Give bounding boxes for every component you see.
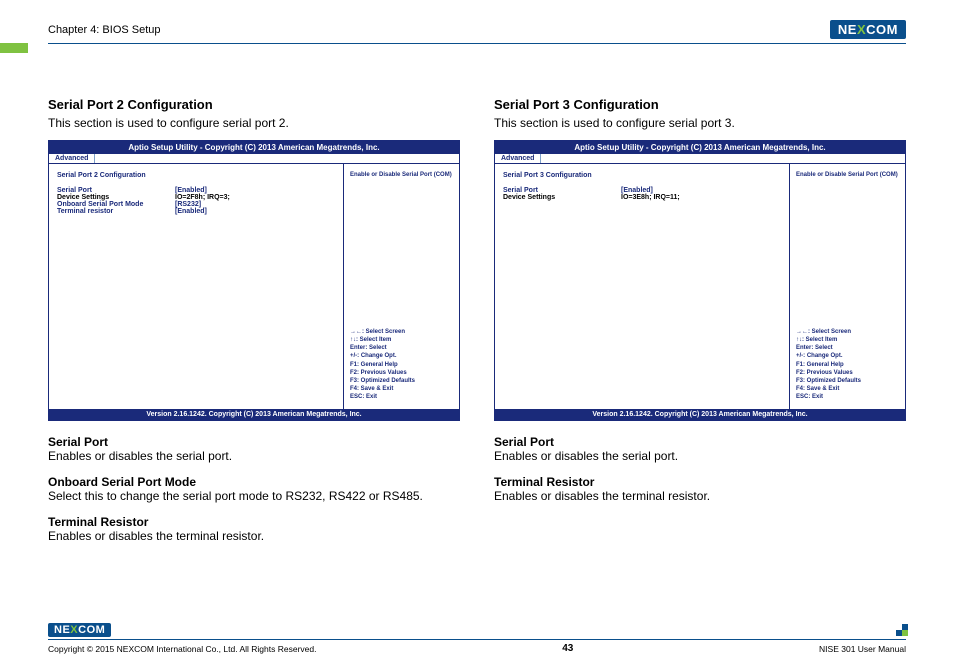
bios-setting-label: Terminal resistor [57, 208, 175, 215]
bios-help-key: →←: Select Screen [796, 328, 899, 336]
bios-help-key: ↑↓: Select Item [350, 336, 453, 344]
left-section-desc: This section is used to configure serial… [48, 116, 460, 130]
page-header: Chapter 4: BIOS Setup NEXCOM [48, 20, 906, 39]
bios-tabs: Advanced [495, 154, 905, 164]
bios-setting-row: Serial Port[Enabled] [57, 187, 335, 194]
desc-term: Onboard Serial Port Mode [48, 475, 460, 489]
bios-help-key: F2: Previous Values [350, 369, 453, 377]
bios-help-key: F3: Optimized Defaults [350, 377, 453, 385]
bios-help-pane: Enable or Disable Serial Port (COM) →←: … [790, 164, 905, 409]
bios-help-key: ↑↓: Select Item [796, 336, 899, 344]
desc-term: Terminal Resistor [494, 475, 906, 489]
nexcom-logo-bottom: NEXCOM [48, 623, 111, 637]
right-section-desc: This section is used to configure serial… [494, 116, 906, 130]
bios-screenshot-left: Aptio Setup Utility - Copyright (C) 2013… [48, 140, 460, 421]
desc-definition: Enables or disables the terminal resisto… [48, 529, 460, 543]
bios-help-top: Enable or Disable Serial Port (COM) [350, 172, 453, 178]
nexcom-logo-top: NEXCOM [830, 20, 906, 39]
bios-help-key: F1: General Help [796, 361, 899, 369]
desc-term: Terminal Resistor [48, 515, 460, 529]
right-descriptions: Serial PortEnables or disables the seria… [494, 435, 906, 503]
manual-name: NISE 301 User Manual [819, 644, 906, 654]
left-column: Serial Port 2 Configuration This section… [48, 97, 460, 555]
bios-setting-value: [RS232] [175, 201, 201, 208]
bios-tab-advanced: Advanced [495, 154, 541, 163]
bios-help-key: →←: Select Screen [350, 328, 453, 336]
page-number: 43 [562, 643, 573, 654]
desc-definition: Enables or disables the serial port. [48, 449, 460, 463]
bios-tab-advanced: Advanced [49, 154, 95, 163]
chapter-label: Chapter 4: BIOS Setup [48, 24, 161, 36]
bios-setting-value: IO=3E8h; IRQ=11; [621, 194, 680, 201]
bios-settings-pane: Serial Port 3 Configuration Serial Port[… [495, 164, 790, 409]
left-section-title: Serial Port 2 Configuration [48, 97, 460, 112]
bios-version-bar: Version 2.16.1242. Copyright (C) 2013 Am… [495, 409, 905, 420]
bios-setting-value: [Enabled] [621, 187, 653, 194]
bios-setting-label: Serial Port [57, 187, 175, 194]
right-column: Serial Port 3 Configuration This section… [494, 97, 906, 555]
desc-term: Serial Port [48, 435, 460, 449]
bios-config-heading: Serial Port 2 Configuration [57, 172, 335, 179]
desc-definition: Select this to change the serial port mo… [48, 489, 460, 503]
desc-term: Serial Port [494, 435, 906, 449]
header-rule [48, 43, 906, 44]
bios-help-key: +/-: Change Opt. [350, 352, 453, 360]
bios-help-key: F4: Save & Exit [796, 385, 899, 393]
bios-help-pane: Enable or Disable Serial Port (COM) →←: … [344, 164, 459, 409]
bios-help-key: ESC: Exit [350, 393, 453, 401]
bios-setting-row: Serial Port[Enabled] [503, 187, 781, 194]
bios-setting-value: [Enabled] [175, 187, 207, 194]
desc-definition: Enables or disables the terminal resisto… [494, 489, 906, 503]
green-tab-icon [0, 43, 28, 53]
bios-help-key: +/-: Change Opt. [796, 352, 899, 360]
footer-rule [48, 639, 906, 640]
bios-help-key: Enter: Select [796, 344, 899, 352]
bios-version-bar: Version 2.16.1242. Copyright (C) 2013 Am… [49, 409, 459, 420]
bios-setting-row: Onboard Serial Port Mode[RS232] [57, 201, 335, 208]
bios-setting-row: Device SettingsIO=3E8h; IRQ=11; [503, 194, 781, 201]
bios-setting-label: Onboard Serial Port Mode [57, 201, 175, 208]
bios-help-key: F4: Save & Exit [350, 385, 453, 393]
bios-config-heading: Serial Port 3 Configuration [503, 172, 781, 179]
page-footer: NEXCOM Copyright © 2015 NEXCOM Internati… [48, 623, 906, 654]
bios-setting-label: Device Settings [503, 194, 621, 201]
bios-setting-value: IO=2F8h; IRQ=3; [175, 194, 230, 201]
bios-help-key: F1: General Help [350, 361, 453, 369]
bios-setting-row: Terminal resistor[Enabled] [57, 208, 335, 215]
bios-help-key: F2: Previous Values [796, 369, 899, 377]
bios-setting-label: Serial Port [503, 187, 621, 194]
bios-tabs: Advanced [49, 154, 459, 164]
bios-setting-value: [Enabled] [175, 208, 207, 215]
left-descriptions: Serial PortEnables or disables the seria… [48, 435, 460, 543]
bios-help-key: Enter: Select [350, 344, 453, 352]
bios-settings-pane: Serial Port 2 Configuration Serial Port[… [49, 164, 344, 409]
bios-setting-row: Device SettingsIO=2F8h; IRQ=3; [57, 194, 335, 201]
bios-setting-label: Device Settings [57, 194, 175, 201]
bios-titlebar: Aptio Setup Utility - Copyright (C) 2013… [495, 141, 905, 154]
bios-titlebar: Aptio Setup Utility - Copyright (C) 2013… [49, 141, 459, 154]
bios-screenshot-right: Aptio Setup Utility - Copyright (C) 2013… [494, 140, 906, 421]
bios-help-key: F3: Optimized Defaults [796, 377, 899, 385]
bios-help-key: ESC: Exit [796, 393, 899, 401]
bios-help-top: Enable or Disable Serial Port (COM) [796, 172, 899, 178]
desc-definition: Enables or disables the serial port. [494, 449, 906, 463]
content-columns: Serial Port 2 Configuration This section… [48, 97, 906, 555]
copyright-text: Copyright © 2015 NEXCOM International Co… [48, 644, 316, 654]
right-section-title: Serial Port 3 Configuration [494, 97, 906, 112]
